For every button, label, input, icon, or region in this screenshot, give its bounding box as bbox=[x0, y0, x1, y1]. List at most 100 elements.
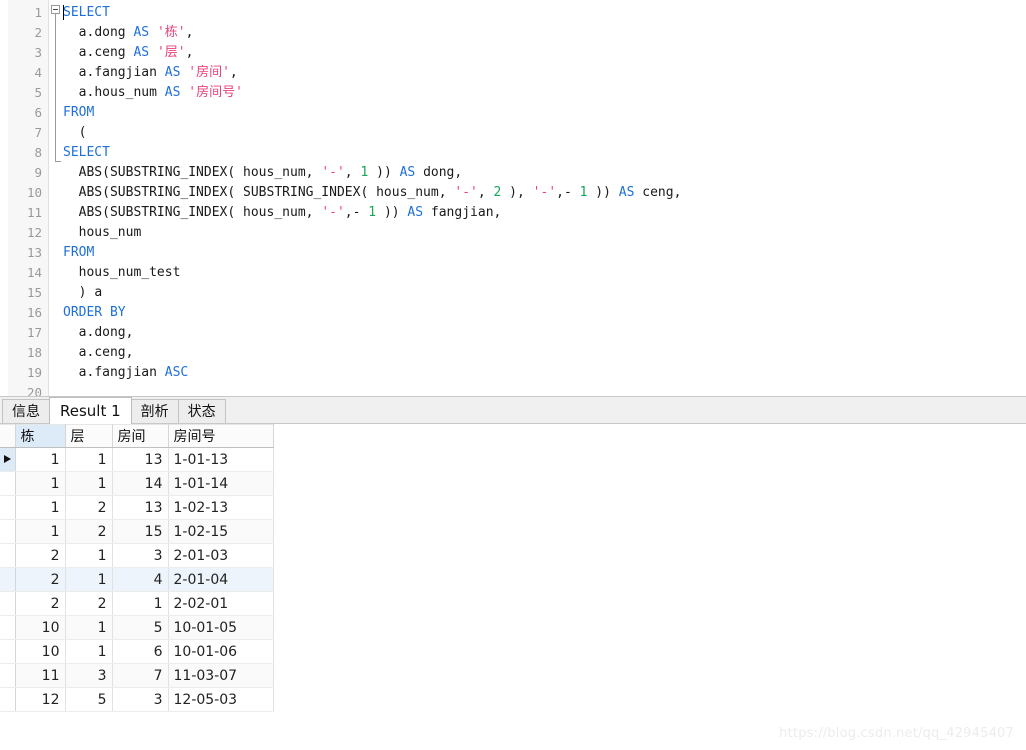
row-marker-cell[interactable] bbox=[0, 615, 16, 640]
table-cell[interactable]: 3 bbox=[112, 543, 169, 568]
table-cell[interactable]: 10 bbox=[15, 615, 66, 640]
table-cell[interactable]: 1 bbox=[15, 447, 66, 472]
table-cell[interactable]: 1-01-13 bbox=[168, 447, 274, 472]
table-cell[interactable]: 15 bbox=[112, 519, 169, 544]
editor-code-fold-strip[interactable] bbox=[49, 0, 63, 396]
tab-result-1[interactable]: Result 1 bbox=[49, 397, 132, 424]
table-cell[interactable]: 10-01-06 bbox=[168, 639, 274, 664]
result-grid-pane[interactable]: 栋层房间 房间号 1 1 13 1-01-13 1 1 14 1-01-14 1 2 13 1-02-1… bbox=[0, 424, 1026, 750]
code-line[interactable]: ABS(SUBSTRING_INDEX( hous_num, '-', 1 ))… bbox=[63, 163, 463, 183]
table-row[interactable]: 1 2 15 1-02-15 bbox=[0, 519, 274, 544]
table-row[interactable]: 2 2 1 2-02-01 bbox=[0, 591, 274, 616]
table-cell[interactable]: 12-05-03 bbox=[168, 687, 274, 712]
table-cell[interactable]: 2 bbox=[15, 591, 66, 616]
column-header[interactable]: 层 bbox=[65, 424, 113, 448]
table-row[interactable]: 10 1 6 10-01-06 bbox=[0, 639, 274, 664]
code-line[interactable]: ORDER BY bbox=[63, 303, 126, 323]
table-cell[interactable]: 3 bbox=[65, 663, 113, 688]
table-cell[interactable]: 4 bbox=[112, 567, 169, 592]
code-line[interactable]: a.dong, bbox=[63, 323, 134, 343]
code-fold-collapse-icon[interactable] bbox=[51, 5, 60, 14]
row-marker-cell[interactable] bbox=[0, 495, 16, 520]
table-cell[interactable]: 1 bbox=[65, 639, 113, 664]
result-tab-bar[interactable]: 信息 Result 1 剖析 状态 bbox=[0, 396, 1026, 424]
column-header[interactable]: 房间 bbox=[112, 424, 169, 448]
table-cell[interactable]: 10 bbox=[15, 639, 66, 664]
row-marker-cell[interactable] bbox=[0, 687, 16, 712]
table-cell[interactable]: 11 bbox=[15, 663, 66, 688]
row-marker-cell[interactable] bbox=[0, 519, 16, 544]
result-table[interactable]: 栋层房间 房间号 1 1 13 1-01-13 1 1 14 1-01-14 1 2 13 1-02-1… bbox=[0, 424, 274, 712]
code-line[interactable]: a.fangjian AS '房间', bbox=[63, 63, 238, 83]
table-cell[interactable]: 3 bbox=[112, 687, 169, 712]
table-cell[interactable]: 5 bbox=[65, 687, 113, 712]
code-line[interactable]: a.hous_num AS '房间号' bbox=[63, 83, 243, 103]
sql-code-text[interactable]: SELECT a.dong AS '栋', a.ceng AS '层', a.f… bbox=[63, 0, 1026, 396]
code-line[interactable]: hous_num_test bbox=[63, 263, 181, 283]
table-cell[interactable]: 10-01-05 bbox=[168, 615, 274, 640]
table-cell[interactable]: 1 bbox=[15, 519, 66, 544]
row-marker-cell[interactable] bbox=[0, 471, 16, 496]
table-row[interactable]: 2 1 3 2-01-03 bbox=[0, 543, 274, 568]
code-line[interactable]: ABS(SUBSTRING_INDEX( hous_num, '-',- 1 )… bbox=[63, 203, 502, 223]
table-cell[interactable]: 14 bbox=[112, 471, 169, 496]
table-row[interactable]: 1 1 14 1-01-14 bbox=[0, 471, 274, 496]
table-row[interactable]: 1 2 13 1-02-13 bbox=[0, 495, 274, 520]
code-line[interactable]: FROM bbox=[63, 103, 94, 123]
table-cell[interactable]: 6 bbox=[112, 639, 169, 664]
row-marker-cell[interactable] bbox=[0, 567, 16, 592]
tab-item-0[interactable]: 信息 bbox=[2, 399, 50, 423]
code-line[interactable]: a.dong AS '栋', bbox=[63, 23, 194, 43]
code-line[interactable]: FROM bbox=[63, 243, 94, 263]
table-cell[interactable]: 2 bbox=[65, 495, 113, 520]
table-cell[interactable]: 2-02-01 bbox=[168, 591, 274, 616]
code-line[interactable]: a.ceng, bbox=[63, 343, 134, 363]
table-cell[interactable]: 1 bbox=[65, 543, 113, 568]
table-cell[interactable]: 7 bbox=[112, 663, 169, 688]
table-cell[interactable]: 2-01-03 bbox=[168, 543, 274, 568]
table-cell[interactable]: 11-03-07 bbox=[168, 663, 274, 688]
table-cell[interactable]: 2 bbox=[15, 543, 66, 568]
column-header[interactable]: 房间号 bbox=[168, 424, 274, 448]
table-row[interactable]: 1 1 13 1-01-13 bbox=[0, 447, 274, 472]
tab-item-3[interactable]: 状态 bbox=[177, 399, 226, 423]
table-cell[interactable]: 1 bbox=[15, 471, 66, 496]
table-cell[interactable]: 1 bbox=[65, 447, 113, 472]
column-header[interactable]: 栋 bbox=[15, 424, 66, 448]
code-line[interactable]: ABS(SUBSTRING_INDEX( SUBSTRING_INDEX( ho… bbox=[63, 183, 682, 203]
table-cell[interactable]: 1-02-13 bbox=[168, 495, 274, 520]
row-marker-cell[interactable] bbox=[0, 447, 16, 472]
table-cell[interactable]: 2 bbox=[15, 567, 66, 592]
table-cell[interactable]: 2 bbox=[65, 519, 113, 544]
table-cell[interactable]: 13 bbox=[112, 495, 169, 520]
row-marker-cell[interactable] bbox=[0, 543, 16, 568]
code-line[interactable]: ) a bbox=[63, 283, 102, 303]
table-row[interactable]: 12 5 3 12-05-03 bbox=[0, 687, 274, 712]
row-marker-cell[interactable] bbox=[0, 639, 16, 664]
table-cell[interactable]: 13 bbox=[112, 447, 169, 472]
table-row[interactable]: 11 3 7 11-03-07 bbox=[0, 663, 274, 688]
table-cell[interactable]: 2-01-04 bbox=[168, 567, 274, 592]
table-cell[interactable]: 12 bbox=[15, 687, 66, 712]
tab-item-2[interactable]: 剖析 bbox=[130, 399, 179, 423]
sql-editor-pane[interactable]: 1 2 3 4 5 6 7 8 9 10 11 12 13 14 15 16 17 18 19 20 SELECT a… bbox=[0, 0, 1026, 396]
code-line[interactable]: hous_num bbox=[63, 223, 142, 243]
code-line[interactable]: a.ceng AS '层', bbox=[63, 43, 194, 63]
table-cell[interactable]: 1 bbox=[15, 495, 66, 520]
table-cell[interactable]: 1-01-14 bbox=[168, 471, 274, 496]
table-cell[interactable]: 5 bbox=[112, 615, 169, 640]
table-cell[interactable]: 1 bbox=[65, 615, 113, 640]
code-line[interactable]: SELECT bbox=[63, 3, 110, 23]
table-cell[interactable]: 2 bbox=[65, 591, 113, 616]
table-cell[interactable]: 1 bbox=[65, 567, 113, 592]
table-row[interactable]: 2 1 4 2-01-04 bbox=[0, 567, 274, 592]
code-line[interactable]: ( bbox=[63, 123, 87, 143]
table-row[interactable]: 10 1 5 10-01-05 bbox=[0, 615, 274, 640]
table-cell[interactable]: 1 bbox=[112, 591, 169, 616]
code-line[interactable]: a.fangjian ASC bbox=[63, 363, 189, 383]
row-marker-cell[interactable] bbox=[0, 663, 16, 688]
row-marker-cell[interactable] bbox=[0, 591, 16, 616]
table-cell[interactable]: 1 bbox=[65, 471, 113, 496]
table-body[interactable]: 1 1 13 1-01-13 1 1 14 1-01-14 1 2 13 1-02-13 1 2 15 1-0… bbox=[0, 447, 274, 712]
code-line[interactable]: SELECT bbox=[63, 143, 110, 163]
